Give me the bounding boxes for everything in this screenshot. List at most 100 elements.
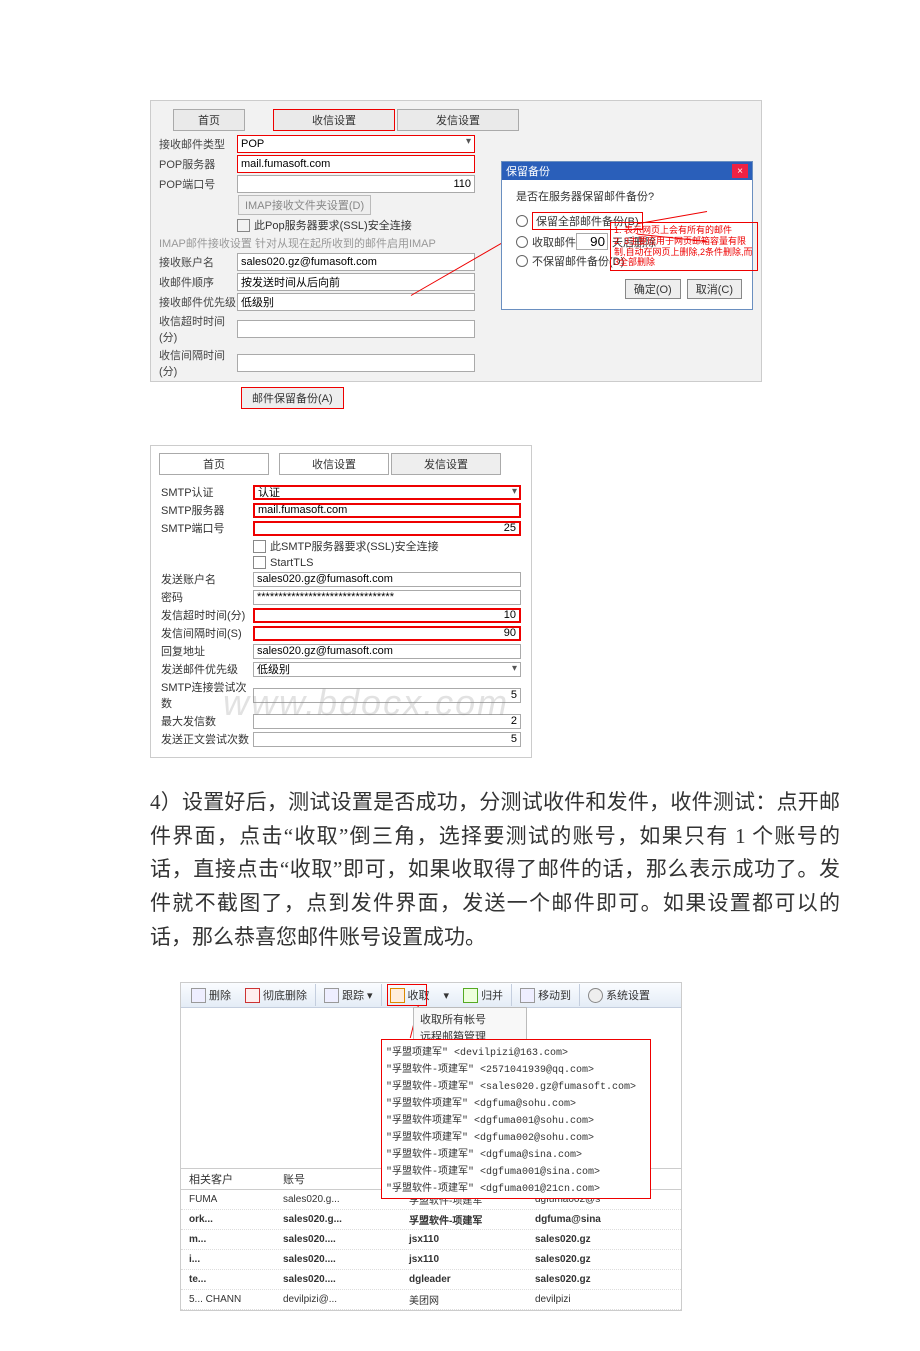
trash-icon [191, 988, 206, 1003]
select-recv-order[interactable] [237, 273, 475, 291]
mail-client-panel: 删除 彻底删除 跟踪▾ 收取 ▾ 归并 移动到 系统设置 收取所有帐号 远程邮箱… [180, 982, 682, 1311]
label-pop-ssl: 此Pop服务器要求(SSL)安全连接 [254, 217, 412, 233]
input-body-retry[interactable] [253, 732, 521, 747]
table-row[interactable]: ork...sales020.g...孚盟软件-项建军dgfuma@sina [181, 1210, 681, 1230]
table-row[interactable]: m...sales020....jsx110sales020.gz [181, 1230, 681, 1250]
select-send-priority[interactable] [253, 662, 521, 677]
label-smtp-retry: SMTP连接尝试次数 [161, 679, 253, 711]
label-pop-port: POP端口号 [159, 176, 237, 192]
input-send-interval[interactable] [253, 626, 521, 641]
label-smtp-ssl: 此SMTP服务器要求(SSL)安全连接 [270, 538, 439, 554]
account-item[interactable]: "孚盟软件-项建军" <2571041939@qq.com> [386, 1060, 646, 1076]
backup-question: 是否在服务器保留邮件备份? [516, 188, 742, 204]
table-row[interactable]: te...sales020....dgleadersales020.gz [181, 1270, 681, 1290]
account-item[interactable]: "孚盟软件-项建军" <sales020.gz@fumasoft.com> [386, 1077, 646, 1093]
account-item[interactable]: "孚盟软件项建军" <dgfuma001@sohu.com> [386, 1111, 646, 1127]
cancel-button[interactable]: 取消(C) [687, 279, 742, 299]
label-imap-note: IMAP邮件接收设置 针对从现在起所收到的邮件启用IMAP [159, 235, 436, 251]
mail-backup-button[interactable]: 邮件保留备份(A) [241, 387, 344, 409]
smtp-settings-panel: 首页 收信设置 发信设置 SMTP认证 SMTP服务器 SMTP端口号 此SMT… [150, 445, 532, 758]
label-send-interval: 发信间隔时间(S) [161, 625, 253, 641]
account-item[interactable]: "孚盟软件项建军" <dgfuma@sohu.com> [386, 1094, 646, 1110]
input-smtp-port[interactable] [253, 521, 521, 536]
close-icon[interactable]: × [732, 164, 748, 178]
account-list: "孚盟项建军" <devilpizi@163.com> "孚盟软件-项建军" <… [381, 1039, 651, 1199]
label-pop-server: POP服务器 [159, 156, 237, 172]
checkbox-pop-ssl[interactable] [237, 219, 250, 232]
checkbox-starttls[interactable] [253, 556, 266, 569]
input-max-send[interactable] [253, 714, 521, 729]
tab-home[interactable]: 首页 [159, 453, 269, 475]
label-max-send: 最大发信数 [161, 713, 253, 729]
label-delete-after-a: 收取邮件 [532, 234, 576, 250]
delete-button[interactable]: 删除 [185, 984, 237, 1006]
radio-no-keep[interactable] [516, 255, 528, 267]
account-item[interactable]: "孚盟软件-项建军" <dgfuma@sina.com> [386, 1145, 646, 1161]
input-pop-port[interactable] [237, 175, 475, 193]
toolbar: 删除 彻底删除 跟踪▾ 收取 ▾ 归并 移动到 系统设置 [181, 983, 681, 1008]
radio-delete-after[interactable] [516, 236, 528, 248]
account-item[interactable]: "孚盟项建军" <devilpizi@163.com> [386, 1043, 646, 1059]
backup-dialog-title: 保留备份 [506, 163, 550, 179]
input-send-acct[interactable] [253, 572, 521, 587]
label-password: 密码 [161, 589, 253, 605]
receive-dropdown-button[interactable]: ▾ [438, 984, 456, 1006]
label-smtp-auth: SMTP认证 [161, 484, 253, 500]
merge-button[interactable]: 归并 [457, 984, 512, 1006]
label-starttls: StartTLS [270, 557, 313, 569]
select-smtp-auth[interactable] [253, 485, 521, 500]
system-settings-button[interactable]: 系统设置 [582, 984, 656, 1006]
radio-keep-all[interactable] [516, 215, 528, 227]
table-body: FUMAsales020.g...孚盟软件-项建军dgfuma002@sork.… [181, 1190, 681, 1310]
merge-icon [463, 988, 478, 1003]
label-recv-priority: 接收邮件优先级 [159, 294, 237, 310]
label-send-priority: 发送邮件优先级 [161, 661, 253, 677]
label-send-timeout: 发信超时时间(分) [161, 607, 253, 623]
track-button[interactable]: 跟踪▾ [318, 984, 382, 1006]
account-item[interactable]: "孚盟软件-项建军" <dgfuma001@sina.com> [386, 1162, 646, 1178]
menu-receive-all[interactable]: 收取所有帐号 [420, 1011, 520, 1027]
account-item[interactable]: "孚盟软件项建军" <dgfuma002@sohu.com> [386, 1128, 646, 1144]
input-password[interactable] [253, 590, 521, 605]
input-pop-server[interactable] [237, 155, 475, 173]
account-item[interactable]: "孚盟软件-项建军" <dgfuma001@21cn.com> [386, 1179, 646, 1195]
input-reply-addr[interactable] [253, 644, 521, 659]
label-recv-order: 收邮件顺序 [159, 274, 237, 290]
cross-icon [245, 988, 260, 1003]
gear-icon [588, 988, 603, 1003]
label-recv-interval: 收信间隔时间(分) [159, 347, 237, 379]
input-recv-interval[interactable] [237, 354, 475, 372]
label-send-acct: 发送账户名 [161, 571, 253, 587]
folder-icon [520, 988, 535, 1003]
col-customer: 相关客户 [181, 1171, 275, 1187]
label-recv-acct: 接收账户名 [159, 254, 237, 270]
tab-rx-settings[interactable]: 收信设置 [279, 453, 389, 475]
tab-rx-settings[interactable]: 收信设置 [273, 109, 395, 131]
move-to-button[interactable]: 移动到 [514, 984, 580, 1006]
table-row[interactable]: 5... CHANNdevilpizi@...美团网devilpizi [181, 1290, 681, 1310]
checkbox-smtp-ssl[interactable] [253, 540, 266, 553]
tab-home[interactable]: 首页 [173, 109, 245, 131]
chevron-down-icon: ▾ [367, 989, 373, 1002]
label-reply-addr: 回复地址 [161, 643, 253, 659]
hard-delete-button[interactable]: 彻底删除 [239, 984, 316, 1006]
table-row[interactable]: i...sales020....jsx110sales020.gz [181, 1250, 681, 1270]
imap-folder-settings-button[interactable]: IMAP接收文件夹设置(D) [238, 195, 371, 215]
input-smtp-server[interactable] [253, 503, 521, 518]
input-recv-timeout[interactable] [237, 320, 475, 338]
label-recv-timeout: 收信超时时间(分) [159, 313, 237, 345]
backup-legend: 1. 表示网页上会有所有的邮件 2. 3主要应用于网页邮箱容量有限制,自动在网页… [610, 222, 758, 271]
input-send-timeout[interactable] [253, 608, 521, 623]
label-smtp-port: SMTP端口号 [161, 520, 253, 536]
receive-button[interactable]: 收取 [384, 984, 436, 1006]
select-recv-priority[interactable] [237, 293, 475, 311]
input-recv-acct[interactable] [237, 253, 475, 271]
receive-icon [390, 988, 405, 1003]
select-mail-type[interactable] [237, 135, 475, 153]
label-smtp-server: SMTP服务器 [161, 502, 253, 518]
ok-button[interactable]: 确定(O) [625, 279, 681, 299]
tab-tx-settings[interactable]: 发信设置 [397, 109, 519, 131]
tab-tx-settings[interactable]: 发信设置 [391, 453, 501, 475]
input-smtp-retry[interactable] [253, 688, 521, 703]
input-days[interactable] [576, 233, 608, 250]
